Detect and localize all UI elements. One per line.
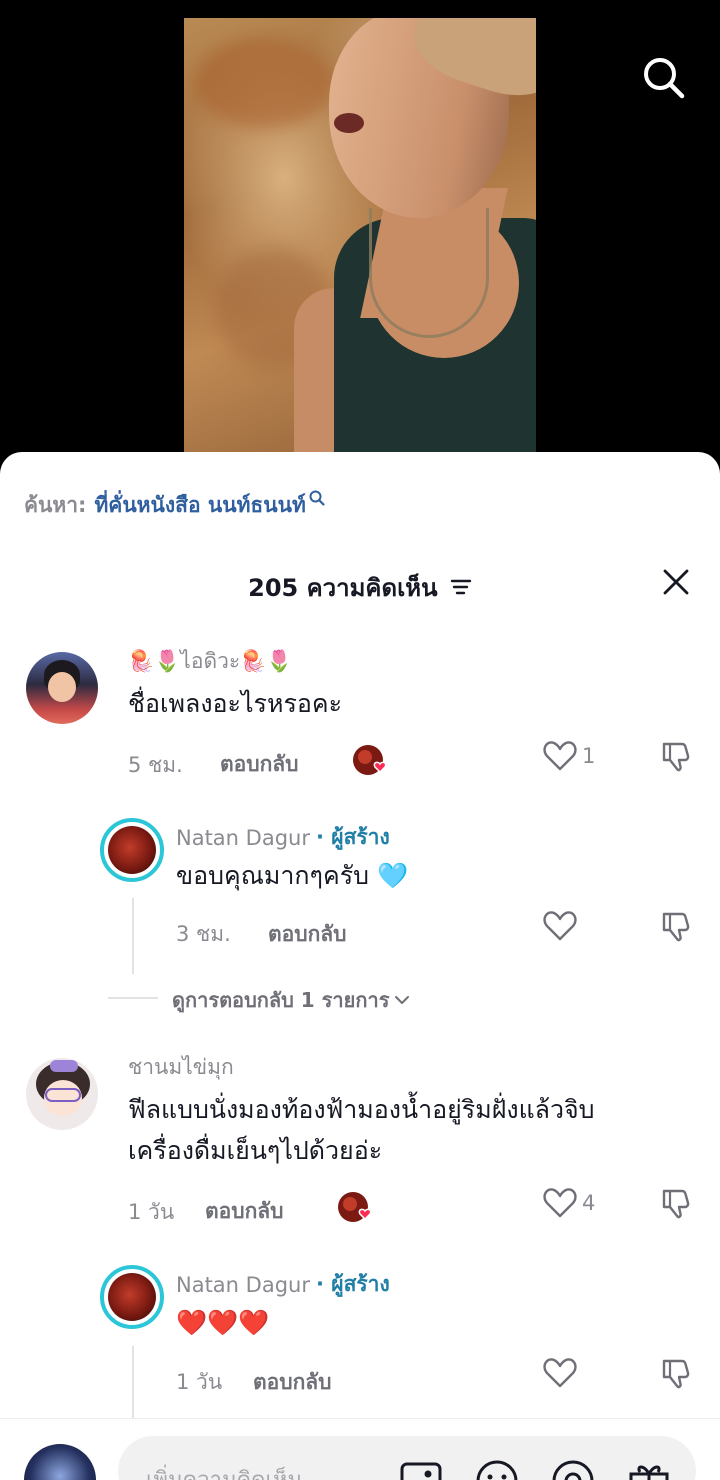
comment-time: 1 วัน — [128, 1200, 175, 1224]
comments-title-row[interactable]: 205 ความคิดเห็น — [0, 568, 720, 607]
reply-button[interactable]: ตอบกลับ — [253, 1366, 332, 1399]
search-suggestion-term[interactable]: ที่คั่นหนังสือ นนท์ธนนท์ — [94, 489, 305, 522]
avatar[interactable] — [26, 652, 98, 724]
like-button[interactable] — [542, 908, 582, 944]
chevron-down-icon — [395, 996, 410, 1004]
heart-icon — [543, 741, 577, 771]
comment-text-line: ฟีลแบบนั่งมองท้องฟ้ามองน้ำอยู่ริมฝั่งแล้… — [128, 1095, 595, 1124]
dislike-button[interactable] — [658, 738, 694, 774]
comments-count-title: 205 ความคิดเห็น — [248, 574, 438, 602]
avatar-bow — [50, 1060, 78, 1072]
thread-line — [132, 898, 134, 974]
dislike-button[interactable] — [658, 1355, 694, 1391]
search-suggestion[interactable]: ค้นหา: ที่คั่นหนังสือ นนท์ธนนท์ — [24, 488, 326, 522]
creator-avatar-image — [108, 826, 156, 874]
emoji-icon — [476, 1460, 518, 1480]
avatar[interactable] — [26, 1058, 98, 1130]
heart-icon — [543, 1188, 577, 1218]
reply-button[interactable]: ตอบกลับ — [220, 748, 299, 781]
view-more-replies-label: ดูการตอบกลับ 1 รายการ — [172, 988, 390, 1012]
view-more-replies[interactable]: ดูการตอบกลับ 1 รายการ — [172, 984, 411, 1016]
comment-username[interactable]: 🪼🌷ไอดิวะ🪼🌷 — [128, 645, 292, 678]
creator-avatar[interactable] — [100, 1265, 164, 1329]
video-figure-necklace — [369, 208, 489, 338]
search-button[interactable] — [638, 52, 688, 102]
dislike-button[interactable] — [658, 908, 694, 944]
creator-avatar-image — [108, 1273, 156, 1321]
mention-icon — [552, 1460, 594, 1480]
close-button[interactable] — [660, 566, 692, 598]
creator-tag: · ผู้สร้าง — [315, 825, 390, 849]
sort-icon[interactable] — [450, 577, 472, 597]
video-background — [0, 0, 720, 470]
heart-icon — [543, 911, 577, 941]
creator-avatar[interactable] — [100, 818, 164, 882]
dislike-icon — [662, 742, 690, 772]
mention-button[interactable] — [550, 1458, 596, 1480]
search-icon — [644, 58, 685, 99]
liked-by-creator-badge — [352, 744, 387, 778]
dislike-icon — [662, 912, 690, 942]
gift-button[interactable] — [626, 1458, 672, 1480]
thread-line — [132, 1346, 134, 1418]
comments-header: 205 ความคิดเห็น — [0, 560, 720, 606]
image-icon — [400, 1462, 442, 1480]
comment-input-placeholder: เพิ่มความคิดเห็น... — [146, 1462, 324, 1480]
video-bg-shape — [194, 38, 334, 128]
reply-button[interactable]: ตอบกลับ — [268, 918, 347, 951]
liked-by-creator-badge — [337, 1191, 372, 1225]
image-button[interactable] — [398, 1458, 444, 1480]
reply-time: 3 ชม. — [176, 922, 231, 946]
dislike-icon — [662, 1359, 690, 1389]
like-button[interactable] — [542, 1355, 582, 1391]
search-suggestion-prefix: ค้นหา: — [24, 492, 87, 517]
close-icon — [663, 569, 689, 595]
gift-icon — [629, 1465, 669, 1480]
like-count: 1 — [582, 744, 596, 768]
like-count: 4 — [582, 1191, 596, 1215]
comment-username[interactable]: ชานมไข่มุก — [128, 1051, 234, 1084]
emoji-button[interactable] — [474, 1458, 520, 1480]
avatar-glasses — [45, 1088, 81, 1102]
reply-username-row[interactable]: Natan Dagur · ผู้สร้าง — [176, 821, 390, 854]
reply-text: ❤️❤️❤️ — [176, 1308, 270, 1337]
comment-text: ชื่อเพลงอะไรหรอคะ — [128, 689, 343, 718]
comment-text-line: เครื่องดื่มเย็นๆไปด้วยอ่ะ — [128, 1136, 383, 1165]
reply-username[interactable]: Natan Dagur — [176, 826, 310, 850]
heart-icon — [543, 1358, 577, 1388]
reply-text: ขอบคุณมากๆครับ 🩵 — [176, 861, 409, 890]
creator-tag: · ผู้สร้าง — [315, 1272, 390, 1296]
dislike-icon — [662, 1189, 690, 1219]
avatar-face — [48, 672, 76, 702]
like-button[interactable]: 4 — [542, 1185, 595, 1221]
like-button[interactable]: 1 — [542, 738, 595, 774]
search-icon — [309, 490, 325, 506]
reply-button[interactable]: ตอบกลับ — [205, 1195, 284, 1228]
reply-username-row[interactable]: Natan Dagur · ผู้สร้าง — [176, 1268, 390, 1301]
reply-time: 1 วัน — [176, 1370, 223, 1394]
dislike-button[interactable] — [658, 1185, 694, 1221]
view-more-divider — [108, 997, 158, 999]
reply-username[interactable]: Natan Dagur — [176, 1273, 310, 1297]
liked-by-creator-icon — [353, 745, 387, 775]
video-figure-mouth — [334, 113, 364, 133]
comment-time: 5 ชม. — [128, 753, 183, 777]
video-thumbnail[interactable] — [184, 18, 536, 458]
liked-by-creator-icon — [338, 1192, 372, 1222]
